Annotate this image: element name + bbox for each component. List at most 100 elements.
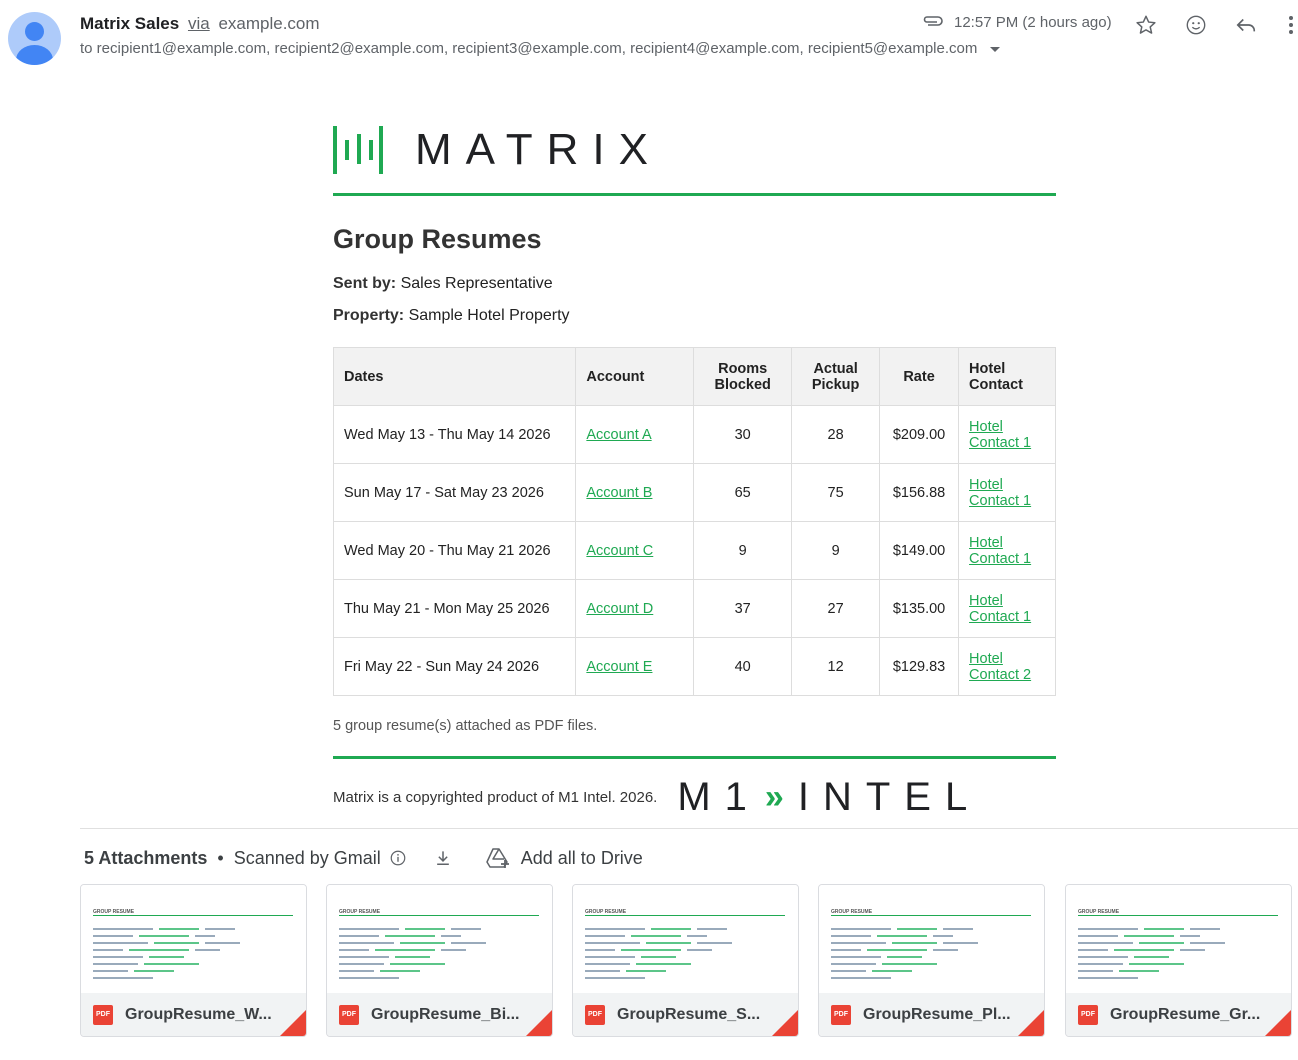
- attachment-filename: GroupResume_W...: [125, 1005, 272, 1023]
- page-fold-corner: [526, 1010, 552, 1036]
- m1-logo-left: M1: [677, 775, 761, 819]
- attachment-card[interactable]: GROUP RESUME PDF GroupResume_Gr...: [1065, 884, 1292, 1037]
- attachments-divider: [80, 828, 1298, 829]
- cell-rate: $209.00: [879, 405, 960, 464]
- recipients-line: to recipient1@example.com, recipient2@ex…: [80, 40, 1000, 57]
- cell-rooms: 30: [693, 405, 793, 464]
- attachments-count: 5 Attachments: [84, 847, 208, 868]
- timestamp: 12:57 PM (2 hours ago): [954, 14, 1112, 31]
- recipients: to recipient1@example.com, recipient2@ex…: [80, 40, 978, 57]
- cell-pickup: 9: [791, 521, 881, 580]
- table-header-row: Dates Account Rooms Blocked Actual Picku…: [332, 347, 1056, 406]
- col-rate: Rate: [879, 347, 960, 406]
- account-link[interactable]: Account A: [586, 427, 651, 443]
- sender-avatar[interactable]: [8, 12, 61, 65]
- property: Property: Sample Hotel Property: [333, 307, 1056, 325]
- account-link[interactable]: Account B: [586, 485, 652, 501]
- divider: [333, 193, 1056, 196]
- drive-add-icon[interactable]: [485, 846, 511, 870]
- attachment-card[interactable]: GROUP RESUME PDF GroupResume_Pl...: [818, 884, 1045, 1037]
- matrix-logo-text: MATRIX: [415, 125, 662, 174]
- cell-dates: Thu May 21 - Mon May 25 2026: [332, 579, 577, 638]
- chevron-down-icon[interactable]: [989, 46, 1000, 52]
- pdf-icon: PDF: [1078, 1004, 1098, 1025]
- matrix-logo: MATRIX: [333, 110, 1056, 190]
- attachment-card[interactable]: GROUP RESUME PDF GroupResume_W...: [80, 884, 307, 1037]
- attachment-thumbnail: GROUP RESUME: [819, 885, 1044, 993]
- table-row: Fri May 22 - Sun May 24 2026 Account E 4…: [332, 637, 1056, 696]
- hotel-contact-link[interactable]: Hotel Contact 1: [969, 535, 1031, 567]
- sender-name[interactable]: Matrix Sales: [80, 14, 179, 33]
- attachment-card[interactable]: GROUP RESUME PDF GroupResume_S...: [572, 884, 799, 1037]
- hotel-contact-link[interactable]: Hotel Contact 1: [969, 419, 1031, 451]
- table-row: Thu May 21 - Mon May 25 2026 Account D 3…: [332, 579, 1056, 638]
- account-link[interactable]: Account D: [586, 601, 653, 617]
- cell-rate: $129.83: [879, 637, 960, 696]
- pdf-icon: PDF: [93, 1004, 113, 1025]
- cell-rate: $156.88: [879, 463, 960, 522]
- col-dates: Dates: [332, 347, 577, 406]
- pdf-icon: PDF: [339, 1004, 359, 1025]
- timestamp-area: 12:57 PM (2 hours ago): [922, 14, 1112, 31]
- cell-pickup: 27: [791, 579, 881, 638]
- via-domain: example.com: [218, 14, 320, 33]
- sent-by-value: Sales Representative: [400, 275, 553, 292]
- cell-rooms: 40: [693, 637, 793, 696]
- via-link[interactable]: via: [188, 14, 210, 33]
- table-row: Wed May 13 - Thu May 14 2026 Account A 3…: [332, 405, 1056, 464]
- attachment-card[interactable]: GROUP RESUME PDF GroupResume_Bi...: [326, 884, 553, 1037]
- page-fold-corner: [280, 1010, 306, 1036]
- cell-dates: Wed May 20 - Thu May 21 2026: [332, 521, 577, 580]
- table-row: Sun May 17 - Sat May 23 2026 Account B 6…: [332, 463, 1056, 522]
- attachment-filename: GroupResume_Pl...: [863, 1005, 1011, 1023]
- attachment-thumbnail: GROUP RESUME: [1066, 885, 1291, 993]
- attachment-filename: GroupResume_Bi...: [371, 1005, 520, 1023]
- account-link[interactable]: Account E: [586, 659, 652, 675]
- reply-icon[interactable]: [1233, 12, 1259, 38]
- star-icon[interactable]: [1133, 12, 1159, 38]
- attachment-thumbnail: GROUP RESUME: [573, 885, 798, 993]
- cell-dates: Sun May 17 - Sat May 23 2026: [332, 463, 577, 522]
- cell-rooms: 37: [693, 579, 793, 638]
- account-link[interactable]: Account C: [586, 543, 653, 559]
- cell-rooms: 9: [693, 521, 793, 580]
- page-fold-corner: [1018, 1010, 1044, 1036]
- cell-rate: $149.00: [879, 521, 960, 580]
- col-rooms-blocked: Rooms Blocked: [693, 347, 793, 406]
- sent-by-label: Sent by:: [333, 275, 397, 292]
- property-label: Property:: [333, 307, 405, 324]
- property-value: Sample Hotel Property: [408, 307, 570, 324]
- pdf-icon: PDF: [585, 1004, 605, 1025]
- m1-intel-logo: M1 » INTEL: [677, 775, 981, 820]
- m1-logo-right: INTEL: [797, 775, 982, 819]
- cell-rate: $135.00: [879, 579, 960, 638]
- attachment-filename: GroupResume_Gr...: [1110, 1005, 1261, 1023]
- divider: [333, 756, 1056, 759]
- attachments-bar: 5 Attachments • Scanned by Gmail Add all…: [84, 846, 643, 870]
- add-all-to-drive-button[interactable]: Add all to Drive: [521, 848, 643, 869]
- hotel-contact-link[interactable]: Hotel Contact 1: [969, 477, 1031, 509]
- info-icon[interactable]: [389, 849, 407, 867]
- resumes-table: Dates Account Rooms Blocked Actual Picku…: [332, 347, 1056, 696]
- page-fold-corner: [1265, 1010, 1291, 1036]
- hotel-contact-link[interactable]: Hotel Contact 2: [969, 651, 1031, 683]
- cell-pickup: 28: [791, 405, 881, 464]
- chevron-double-right-icon: »: [764, 778, 784, 816]
- cell-pickup: 75: [791, 463, 881, 522]
- email-footer: Matrix is a copyrighted product of M1 In…: [333, 775, 1056, 820]
- table-row: Wed May 20 - Thu May 21 2026 Account C 9…: [332, 521, 1056, 580]
- attachment-thumbnail: GROUP RESUME: [327, 885, 552, 993]
- attachment-note: 5 group resume(s) attached as PDF files.: [333, 718, 598, 734]
- download-icon[interactable]: [433, 848, 453, 868]
- hotel-contact-link[interactable]: Hotel Contact 1: [969, 593, 1031, 625]
- more-icon[interactable]: [1284, 12, 1298, 38]
- person-icon: [25, 22, 44, 41]
- col-actual-pickup: Actual Pickup: [791, 347, 881, 406]
- email-title: Group Resumes: [333, 224, 542, 254]
- page-fold-corner: [772, 1010, 798, 1036]
- matrix-logo-icon: [333, 126, 383, 174]
- emoji-icon[interactable]: [1183, 12, 1209, 38]
- attachment-filename: GroupResume_S...: [617, 1005, 761, 1023]
- copyright-text: Matrix is a copyrighted product of M1 In…: [333, 789, 658, 806]
- email-body: MATRIX Group Resumes Sent by: Sales Repr…: [332, 110, 1056, 820]
